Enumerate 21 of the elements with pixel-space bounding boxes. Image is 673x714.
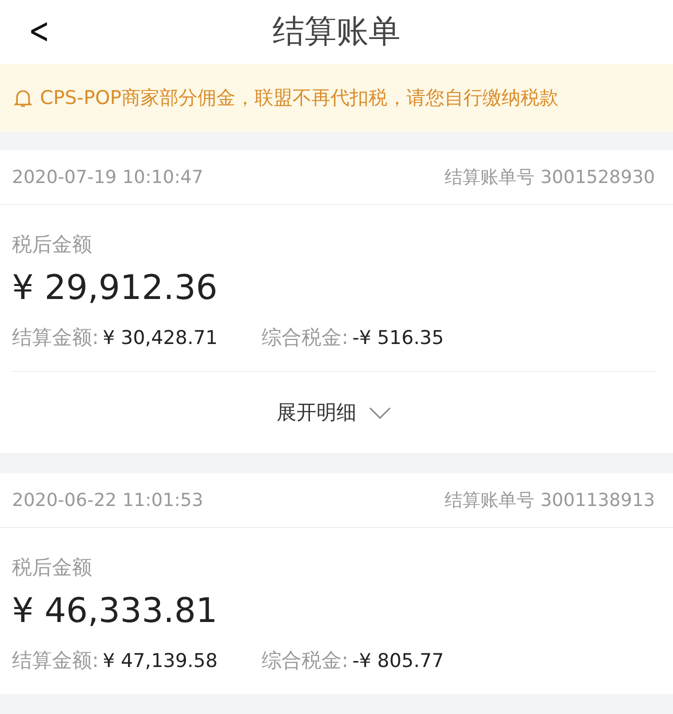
page-title: 结算账单: [272, 11, 400, 52]
tax-value: -¥ 516.35: [352, 327, 444, 349]
tax-value: -¥ 805.77: [352, 650, 444, 672]
bill-time: 2020-07-19 10:10:47: [12, 166, 204, 188]
notice-text: CPS-POP商家部分佣金，联盟不再代扣税，请您自行缴纳税款: [40, 86, 559, 112]
bill-time: 2020-06-22 11:01:53: [12, 490, 204, 510]
bell-icon: [14, 88, 32, 108]
amount-value: ¥ 29,912.36: [12, 268, 218, 308]
back-button[interactable]: <: [22, 8, 56, 56]
settle-label: 结算金额:: [12, 647, 99, 674]
tax-label: 综合税金:: [262, 647, 348, 674]
amount-label: 税后金额: [12, 231, 93, 258]
tax-label: 综合税金:: [262, 324, 348, 351]
amount-label: 税后金额: [12, 554, 93, 581]
amount-value: ¥ 46,333.81: [12, 591, 218, 631]
settle-value: ¥ 30,428.71: [102, 327, 218, 349]
bill-number: 结算账单号 3001138913: [444, 489, 655, 512]
settle-label: 结算金额:: [12, 324, 99, 351]
bill-number: 结算账单号 3001528930: [444, 166, 655, 189]
chevron-down-icon: [368, 406, 390, 418]
settle-value: ¥ 47,139.58: [102, 650, 218, 672]
